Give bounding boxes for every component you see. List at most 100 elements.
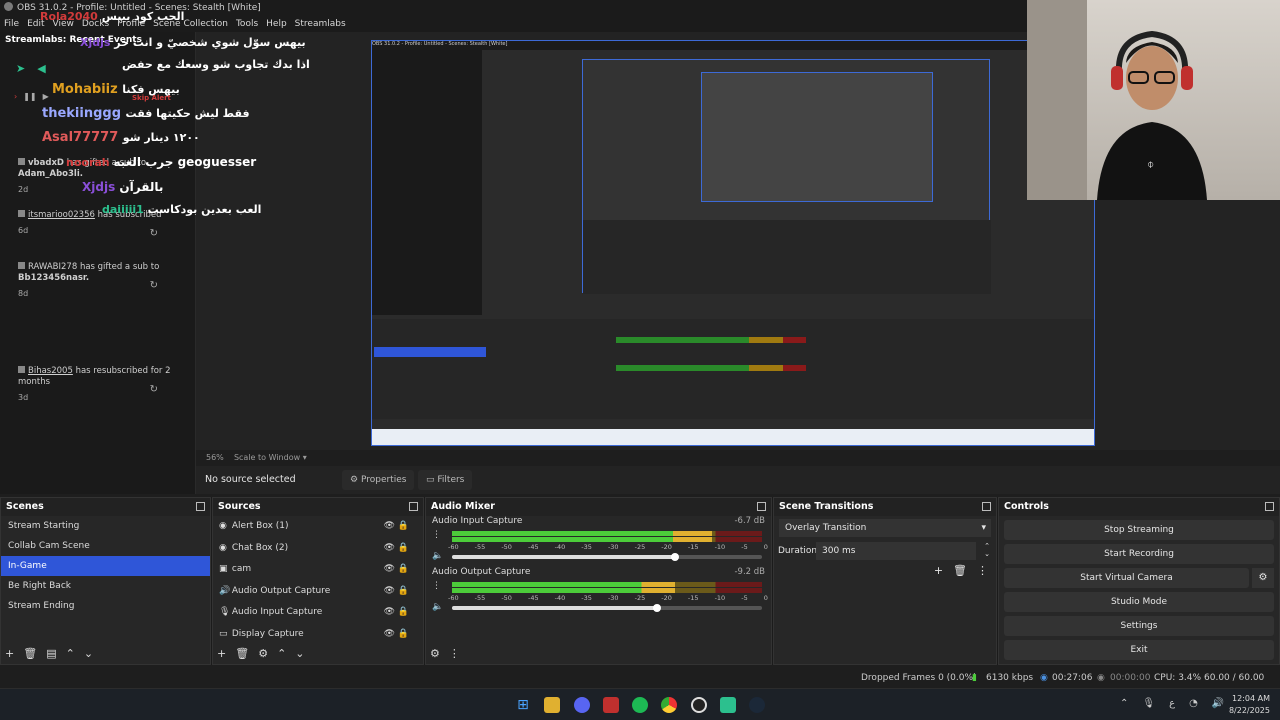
zoom-level[interactable]: 56% [206,453,224,462]
source-item[interactable]: ◉ Chat Box (2) 👁 🔒 [213,538,423,560]
add-icon[interactable]: + [217,647,226,660]
gear-icon[interactable]: ⚙ [258,647,268,660]
scale-mode[interactable]: Scale to Window [234,453,300,462]
chevron-up-icon[interactable]: ⌃ [1120,698,1128,709]
windows-start-icon[interactable]: ⊞ [515,697,531,713]
chevron-down-icon[interactable]: ⌄ [84,647,93,660]
file-explorer-icon[interactable] [544,697,560,713]
kebab-menu-icon[interactable]: ⋮ [432,581,441,591]
lock-icon[interactable]: 🔒 [398,538,409,560]
volume-meter [452,588,762,593]
scene-item[interactable]: Collab Cam Scene [1,536,210,556]
scene-item[interactable]: Stream Starting [1,516,210,536]
trash-icon[interactable]: 🗑 [953,564,967,577]
replay-icon[interactable]: ↻ [150,384,158,395]
event-text: has gifted a sub to [79,262,160,272]
eye-icon[interactable]: 👁 [384,538,395,560]
speaker-icon[interactable]: 🔊 [1212,698,1224,709]
kebab-menu-icon[interactable]: ⋮ [449,647,460,660]
chevron-up-icon[interactable]: ⌃ [277,647,286,660]
meter-level [452,588,676,593]
volume-slider[interactable] [452,604,762,612]
clock[interactable]: 12:04 AM 8/22/2025 [1229,693,1270,717]
trash-icon[interactable]: 🗑 [23,647,37,660]
trash-icon[interactable]: 🗑 [235,647,249,660]
kebab-menu-icon[interactable]: ⋮ [432,530,441,540]
add-icon[interactable]: + [5,647,14,660]
kebab-menu-icon[interactable]: ⋮ [977,564,988,577]
scene-item-selected[interactable]: In-Game [1,556,210,576]
eye-icon[interactable]: 👁 [384,624,395,646]
obs-icon[interactable] [691,697,707,713]
kick-icon [18,262,25,269]
source-label: Alert Box (1) [231,521,289,531]
undock-icon[interactable] [757,502,766,511]
mic-icon[interactable]: 🎙 [1142,698,1155,709]
language-indicator[interactable]: ع [1169,698,1175,709]
stop-streaming-button[interactable]: Stop Streaming [1004,520,1274,540]
bitrate: 6130 kbps [986,673,1034,683]
chevron-down-icon[interactable]: ▾ [303,453,307,462]
exit-button[interactable]: Exit [1004,640,1274,660]
eye-icon[interactable]: 👁 [384,516,395,538]
replay-icon[interactable]: ↻ [150,280,158,291]
undock-icon[interactable] [409,502,418,511]
filter-icon[interactable]: ▤ [46,647,56,660]
speaker-icon[interactable]: 🔈 [432,602,443,612]
lock-icon[interactable]: 🔒 [398,624,409,646]
properties-label: Properties [360,475,407,485]
lock-icon[interactable]: 🔒 [398,559,409,581]
undock-icon[interactable] [982,502,991,511]
source-item[interactable]: ◉ Alert Box (1) 👁 🔒 [213,516,423,538]
wifi-icon[interactable]: ◔ [1189,698,1198,709]
scene-item[interactable]: Stream Ending [1,596,210,616]
scene-item[interactable]: Be Right Back [1,576,210,596]
undock-icon[interactable] [1265,502,1274,511]
event-target: Bb123456nasr. [18,273,90,283]
add-icon[interactable]: + [934,564,943,577]
lock-icon[interactable]: 🔒 [398,581,409,603]
lock-icon[interactable]: 🔒 [398,516,409,538]
eye-icon[interactable]: 👁 [384,602,395,624]
gear-icon[interactable]: ⚙ [1252,568,1274,588]
speaker-icon[interactable]: 🔈 [432,551,443,561]
undock-icon[interactable] [196,502,205,511]
volume-slider[interactable] [452,553,762,561]
lock-icon[interactable]: 🔒 [398,602,409,624]
studio-mode-button[interactable]: Studio Mode [1004,592,1274,612]
volume-knob[interactable] [671,553,680,561]
properties-button[interactable]: ⚙ Properties [342,470,415,490]
eye-icon[interactable]: 👁 [384,559,395,581]
source-item[interactable]: ▣ cam 👁 🔒 [213,559,423,581]
discord-icon[interactable] [574,697,590,713]
status-bar: Dropped Frames 0 (0.0%) ▮ 6130 kbps ◉ 00… [0,668,1280,703]
source-item[interactable]: 🎙 Audio Input Capture 👁 🔒 [213,602,423,624]
source-item[interactable]: 🔊 Audio Output Capture 👁 🔒 [213,581,423,603]
start-recording-button[interactable]: Start Recording [1004,544,1274,564]
volume-knob[interactable] [652,604,661,612]
chrome-icon[interactable] [661,697,677,713]
duration-input[interactable]: 300 ms [816,542,976,560]
transitions-toolbar: + 🗑 ⋮ [934,564,988,577]
app-icon[interactable] [720,697,736,713]
spotify-icon[interactable] [632,697,648,713]
chat-message: thekiinggg فقط ليش حكيتها فقت [42,106,250,121]
spinner-icon[interactable]: ⌃ ⌄ [984,542,990,558]
chevron-up-icon[interactable]: ⌃ [66,647,75,660]
preview-zoom-bar: 56% Scale to Window ▾ [196,450,1280,466]
chevron-down-icon[interactable]: ⌄ [295,647,304,660]
gear-icon[interactable]: ⚙ [430,647,440,660]
eye-icon[interactable]: 👁 [384,581,395,603]
start-virtual-camera-button[interactable]: Start Virtual Camera [1004,568,1249,588]
stream-status-icon: ◉ [1040,673,1048,683]
chat-message: Xjdjs بيهس سوّل شوي شخصيّ و انت حر [80,36,306,49]
display-capture-preview: OBS 31.0.2 - Profile: Untitled - Scenes:… [371,40,1095,446]
volume-meter [452,531,762,536]
steam-icon[interactable] [749,697,765,713]
app-icon[interactable] [603,697,619,713]
volume-meter [452,537,762,542]
settings-button[interactable]: Settings [1004,616,1274,636]
filters-button[interactable]: ▭ Filters [418,470,473,490]
transition-select[interactable]: Overlay Transition ▾ [779,519,991,537]
source-item[interactable]: ▭ Display Capture 👁 🔒 [213,624,423,646]
